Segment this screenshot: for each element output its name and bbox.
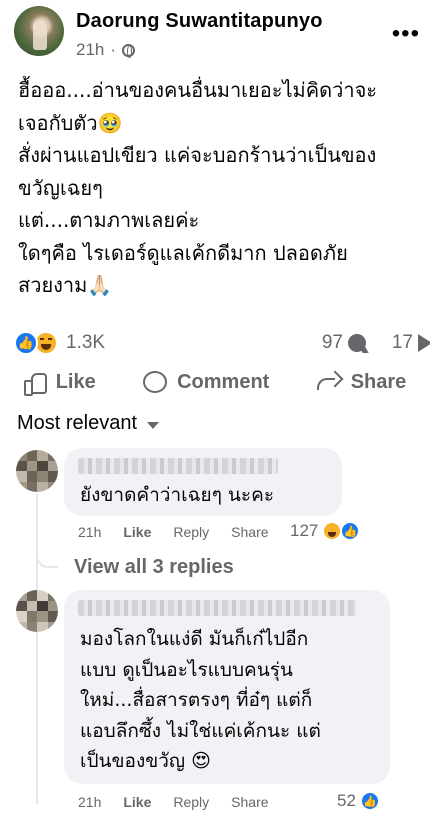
globe-icon bbox=[122, 43, 136, 58]
thread-connector bbox=[36, 534, 58, 568]
comment-share-button[interactable]: Share bbox=[231, 524, 268, 540]
more-icon[interactable]: ••• bbox=[392, 20, 420, 48]
commenter-name-redacted[interactable] bbox=[78, 600, 356, 616]
like-reaction-icon: 👍 bbox=[340, 521, 361, 541]
reaction-count[interactable]: 1.3K bbox=[66, 332, 105, 354]
comment-share-button[interactable]: Share bbox=[231, 794, 268, 810]
comment-like-button[interactable]: Like bbox=[123, 794, 151, 810]
like-button[interactable]: Like bbox=[23, 370, 96, 396]
share-button[interactable]: Share bbox=[316, 370, 407, 394]
comment-text: มองโลกในแง่ดี มันก็เก๋ไปอีก แบบ ดูเป็นอะ… bbox=[80, 628, 321, 772]
post-text: ฮื้อออ....อ่านของคนอื่นมาเยอะไม่คิดว่าจะ… bbox=[18, 78, 378, 297]
comment-bubble: ยังขาดคำว่าเฉยๆ นะคะ bbox=[64, 448, 342, 516]
share-icon bbox=[316, 372, 341, 392]
comment-bubble-icon bbox=[348, 334, 366, 352]
share-label: Share bbox=[350, 370, 407, 393]
comment-button[interactable]: Comment bbox=[143, 371, 269, 394]
commenter-avatar[interactable] bbox=[16, 590, 58, 632]
comment-reaction-count: 127 bbox=[290, 521, 319, 540]
post-meta: 21h · bbox=[76, 40, 136, 60]
comment-reaction-count: 52 bbox=[337, 791, 356, 810]
like-reaction-icon: 👍 bbox=[359, 791, 380, 811]
comment-count[interactable]: 97 bbox=[322, 332, 366, 354]
like-label: Like bbox=[55, 370, 96, 393]
comment-reactions[interactable]: 127 👍 bbox=[290, 521, 361, 541]
reaction-icons[interactable]: 👍 bbox=[14, 331, 58, 355]
sort-label: Most relevant bbox=[17, 412, 138, 434]
post-actions: Like Comment Share bbox=[0, 364, 430, 400]
thumb-icon bbox=[23, 371, 47, 396]
share-count[interactable]: 17 bbox=[392, 332, 430, 354]
view-replies-link[interactable]: View all 3 replies bbox=[74, 556, 234, 579]
like-reaction-icon: 👍 bbox=[14, 331, 38, 355]
comment-bubble: มองโลกในแง่ดี มันก็เก๋ไปอีก แบบ ดูเป็นอะ… bbox=[64, 590, 390, 784]
share-arrow-icon bbox=[418, 334, 430, 352]
caret-down-icon bbox=[147, 421, 160, 429]
comment-meta: 21h Like Reply Share bbox=[78, 794, 269, 810]
comment-reply-button[interactable]: Reply bbox=[173, 524, 209, 540]
comment-icon bbox=[143, 371, 168, 393]
comment-text: ยังขาดคำว่าเฉยๆ นะคะ bbox=[80, 484, 275, 506]
haha-reaction-icon bbox=[322, 521, 343, 541]
commenter-name-redacted[interactable] bbox=[78, 458, 278, 474]
comment-like-button[interactable]: Like bbox=[123, 524, 151, 540]
post-header: Daorung Suwantitapunyo 21h · ••• bbox=[14, 6, 424, 66]
comment-reactions[interactable]: 52 👍 bbox=[337, 791, 380, 811]
author-avatar[interactable] bbox=[14, 6, 64, 56]
comment-count-value: 97 bbox=[321, 332, 343, 353]
comment-meta: 21h Like Reply Share bbox=[78, 524, 269, 540]
comment-time[interactable]: 21h bbox=[78, 524, 101, 540]
comment-reply-button[interactable]: Reply bbox=[173, 794, 209, 810]
author-name[interactable]: Daorung Suwantitapunyo bbox=[76, 10, 323, 33]
comment-sort-dropdown[interactable]: Most relevant bbox=[17, 412, 160, 435]
comment-time[interactable]: 21h bbox=[78, 794, 101, 810]
commenter-avatar[interactable] bbox=[16, 450, 58, 492]
post-time[interactable]: 21h bbox=[76, 40, 104, 60]
comment-label: Comment bbox=[177, 370, 270, 393]
share-count-value: 17 bbox=[391, 332, 413, 353]
reactions-summary: 👍 1.3K 97 17 bbox=[14, 330, 430, 356]
